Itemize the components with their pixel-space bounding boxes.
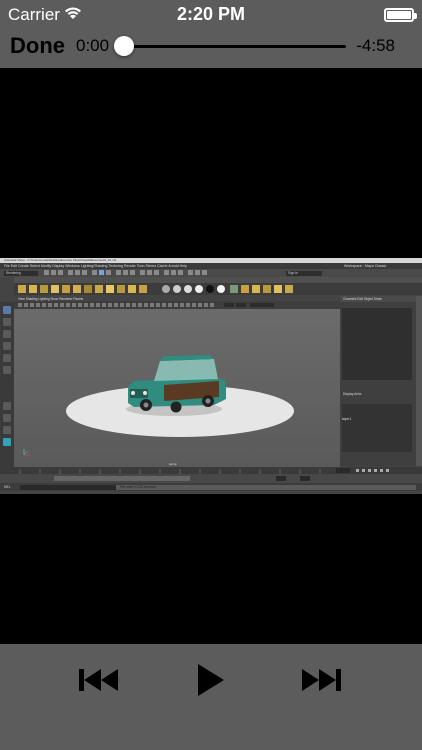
skip-forward-icon[interactable] [298,660,348,700]
top-player-bar: Done 0:00 -4:58 [0,30,422,68]
maya-channel-box: Channels Edit Object Show Display Anim l… [340,296,422,466]
maya-range-bar [54,476,190,481]
layout-icon [3,402,11,410]
maya-channel-area [342,308,412,380]
maya-channel-tabs: Channels Edit Object Show [340,296,422,302]
maya-status-line: Rendering Sign In [0,269,422,277]
maya-status-message: File read in 0.33 seconds. [116,484,416,490]
paint-tool-icon [3,330,11,338]
lasso-tool-icon [3,318,11,326]
maya-camera-label: persp [169,462,177,466]
maya-panel-toolbar [14,301,340,309]
play-icon[interactable] [186,660,236,700]
maya-range-fields [276,476,286,481]
maya-timeline [0,467,422,474]
battery-fill [387,11,411,19]
scrubber-thumb[interactable] [114,36,134,56]
maya-side-tabs [416,296,422,466]
video-area[interactable]: Autodesk Maya - C:\Users\Lynda\Desktop\E… [0,68,422,644]
car-cabin [154,359,218,381]
rotate-tool-icon [3,354,11,362]
maya-layer-item: layer1 [342,417,352,421]
remaining-time: -4:58 [356,36,395,55]
status-time: 2:20 PM [176,4,246,24]
bottom-controls [0,644,422,750]
move-tool-icon [3,342,11,350]
maya-mel-label: MEL [4,485,11,489]
timeline-ticks [19,468,389,474]
maya-title: Autodesk Maya - C:\Users\Lynda\Desktop\E… [4,258,117,262]
maya-mel-input [20,484,116,490]
maya-signin: Sign In [286,270,322,276]
progress-scrubber[interactable] [114,36,346,56]
scale-tool-icon [3,366,11,374]
maya-shelf [14,283,422,295]
elapsed-time: 0:00 [76,36,110,55]
layout-icon-3 [3,426,11,434]
maya-command-line: MEL File read in 0.33 seconds. [0,483,422,491]
maya-range-slider [0,474,422,483]
maya-layer-box [342,404,412,452]
maya-toolbox [0,302,14,472]
video-frame-maya: Autodesk Maya - C:\Users\Lynda\Desktop\E… [0,258,422,494]
maya-viewport: persp [14,309,340,467]
maya-mode-menu: Rendering [4,270,38,276]
battery-icon [384,8,417,22]
maya-workspace: Workspace : Maya Classic [344,263,387,268]
maya-menus: File Edit Create Select Modify Display W… [4,263,188,268]
skip-back-icon[interactable] [76,660,126,700]
maya-panel-menu-label: View Shading Lighting Show Renderer Pane… [18,296,84,301]
maya-logo-icon [3,438,11,446]
done-button[interactable]: Done [10,33,65,59]
maya-panel-toolbar-icons [18,303,274,307]
status-bar: Carrier 2:20 PM [0,0,422,30]
select-tool-icon [3,306,11,314]
layout-icon-2 [3,414,11,422]
scrubber-track[interactable] [124,45,346,48]
maya-range-fields-2 [300,476,310,481]
maya-shelf-icons [18,285,293,293]
car-scene [23,355,294,456]
maya-display-tabs: Display Anim [343,392,362,396]
maya-status-icons [44,270,207,275]
